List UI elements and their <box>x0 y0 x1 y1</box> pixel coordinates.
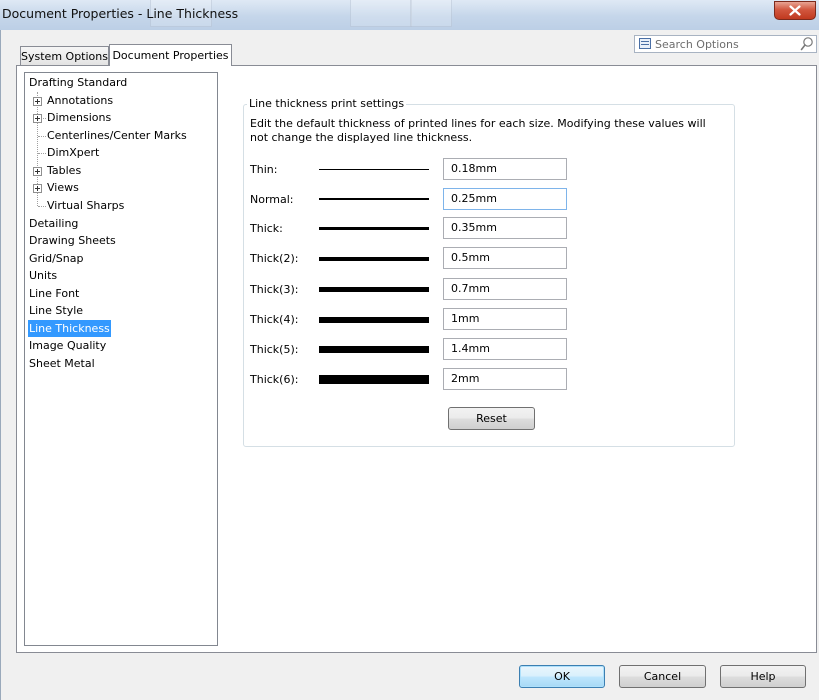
search-options-box[interactable]: Search Options <box>634 35 817 53</box>
ok-button-label: OK <box>554 670 570 683</box>
tab-system-options[interactable]: System Options <box>20 46 109 65</box>
row-label-thick4: Thick(4): <box>250 313 299 326</box>
thickness-field-thin[interactable]: 0.18mm <box>443 158 567 180</box>
tree-item-label: Line Font <box>29 287 80 300</box>
line-sample-thick <box>319 227 429 230</box>
tree-item-drafting-standard[interactable]: Drafting Standard <box>28 74 128 91</box>
expand-icon[interactable] <box>33 114 42 123</box>
tree-item-label: Detailing <box>29 217 79 230</box>
thickness-field-thick4[interactable]: 1mm <box>443 308 567 330</box>
tree-item-label: Image Quality <box>29 339 107 352</box>
tree-item-sheet-metal[interactable]: Sheet Metal <box>28 355 96 372</box>
expand-icon[interactable] <box>33 97 42 106</box>
row-label-thick3: Thick(3): <box>250 283 299 296</box>
search-input[interactable]: Search Options <box>655 38 739 51</box>
tree-item-drawing-sheets[interactable]: Drawing Sheets <box>28 232 117 249</box>
tree-item-units[interactable]: Units <box>28 267 58 284</box>
tree-item-label: Drafting Standard <box>29 76 128 89</box>
title-bar: Document Properties - Line Thickness <box>0 0 819 30</box>
tree-item-virtual-sharps[interactable]: Virtual Sharps <box>46 197 125 214</box>
tree-item-label: Line Thickness <box>29 322 110 335</box>
tree-item-label: Sheet Metal <box>29 357 95 370</box>
line-sample-thick3 <box>319 287 429 292</box>
tree-item-annotations[interactable]: Annotations <box>46 92 114 109</box>
thickness-field-thick5[interactable]: 1.4mm <box>443 338 567 360</box>
close-icon <box>789 5 801 16</box>
tab-label: Document Properties <box>112 49 229 62</box>
tree-item-line-thickness[interactable]: Line Thickness <box>28 320 111 337</box>
tree-item-line-font[interactable]: Line Font <box>28 285 80 302</box>
close-button[interactable] <box>774 1 816 20</box>
line-sample-thick5 <box>319 346 429 353</box>
cancel-button[interactable]: Cancel <box>619 665 706 688</box>
tree-connector <box>38 206 46 207</box>
tree-item-label: Dimensions <box>47 111 112 124</box>
line-sample-thin <box>319 169 429 170</box>
row-label-thick6: Thick(6): <box>250 373 299 386</box>
row-label-thick2: Thick(2): <box>250 252 299 265</box>
expand-icon[interactable] <box>33 167 42 176</box>
tree-item-line-style[interactable]: Line Style <box>28 302 84 319</box>
row-label-normal: Normal: <box>250 193 294 206</box>
help-button-label: Help <box>750 670 776 683</box>
tree-item-label: Virtual Sharps <box>47 199 125 212</box>
tree-item-views[interactable]: Views <box>46 179 80 196</box>
tree-item-detailing[interactable]: Detailing <box>28 215 79 232</box>
row-label-thick5: Thick(5): <box>250 343 299 356</box>
thickness-field-thick6[interactable]: 2mm <box>443 368 567 390</box>
tree-item-label: Drawing Sheets <box>29 234 116 247</box>
settings-description: Edit the default thickness of printed li… <box>250 117 706 144</box>
tree-item-label: Views <box>47 181 79 194</box>
thickness-field-thick[interactable]: 0.35mm <box>443 217 567 239</box>
tree-item-label: Line Style <box>29 304 84 317</box>
tree-item-image-quality[interactable]: Image Quality <box>28 337 107 354</box>
tree-connector <box>38 136 46 137</box>
tree-item-label: Units <box>29 269 58 282</box>
tree-item-dimxpert[interactable]: DimXpert <box>46 144 100 161</box>
line-sample-thick4 <box>319 317 429 323</box>
cancel-button-label: Cancel <box>643 670 682 683</box>
options-list-icon <box>639 38 651 49</box>
line-sample-thick6 <box>319 375 429 384</box>
tree-item-label: Centerlines/Center Marks <box>47 129 187 142</box>
row-label-thick: Thick: <box>250 222 283 235</box>
background-window-element <box>350 0 412 27</box>
tree-connector <box>38 153 46 154</box>
tab-document-properties[interactable]: Document Properties <box>109 44 232 66</box>
tree-item-label: Tables <box>47 164 82 177</box>
help-button[interactable]: Help <box>720 665 806 688</box>
window-title: Document Properties - Line Thickness <box>2 6 239 21</box>
line-sample-thick2 <box>319 257 429 261</box>
group-title: Line thickness print settings <box>247 97 407 110</box>
thickness-field-thick3[interactable]: 0.7mm <box>443 278 567 300</box>
search-icon[interactable] <box>800 36 814 52</box>
ok-button[interactable]: OK <box>519 665 605 688</box>
background-window-element <box>410 0 452 27</box>
thickness-field-thick2[interactable]: 0.5mm <box>443 247 567 269</box>
line-thickness-groupbox <box>243 104 735 447</box>
reset-button[interactable]: Reset <box>448 407 535 430</box>
tree-item-label: Annotations <box>47 94 114 107</box>
tab-label: System Options <box>21 49 108 63</box>
options-tree[interactable]: Drafting Standard Annotations Dimensions… <box>24 72 218 646</box>
line-sample-normal <box>319 198 429 200</box>
row-label-thin: Thin: <box>250 163 278 176</box>
thickness-field-normal[interactable]: 0.25mm <box>443 188 567 210</box>
tree-item-centerlines[interactable]: Centerlines/Center Marks <box>46 127 188 144</box>
reset-button-label: Reset <box>476 412 507 425</box>
tree-item-label: DimXpert <box>47 146 100 159</box>
tree-item-dimensions[interactable]: Dimensions <box>46 109 112 126</box>
tree-item-tables[interactable]: Tables <box>46 162 82 179</box>
expand-icon[interactable] <box>33 184 42 193</box>
tree-item-label: Grid/Snap <box>29 252 84 265</box>
tree-item-grid-snap[interactable]: Grid/Snap <box>28 250 84 267</box>
